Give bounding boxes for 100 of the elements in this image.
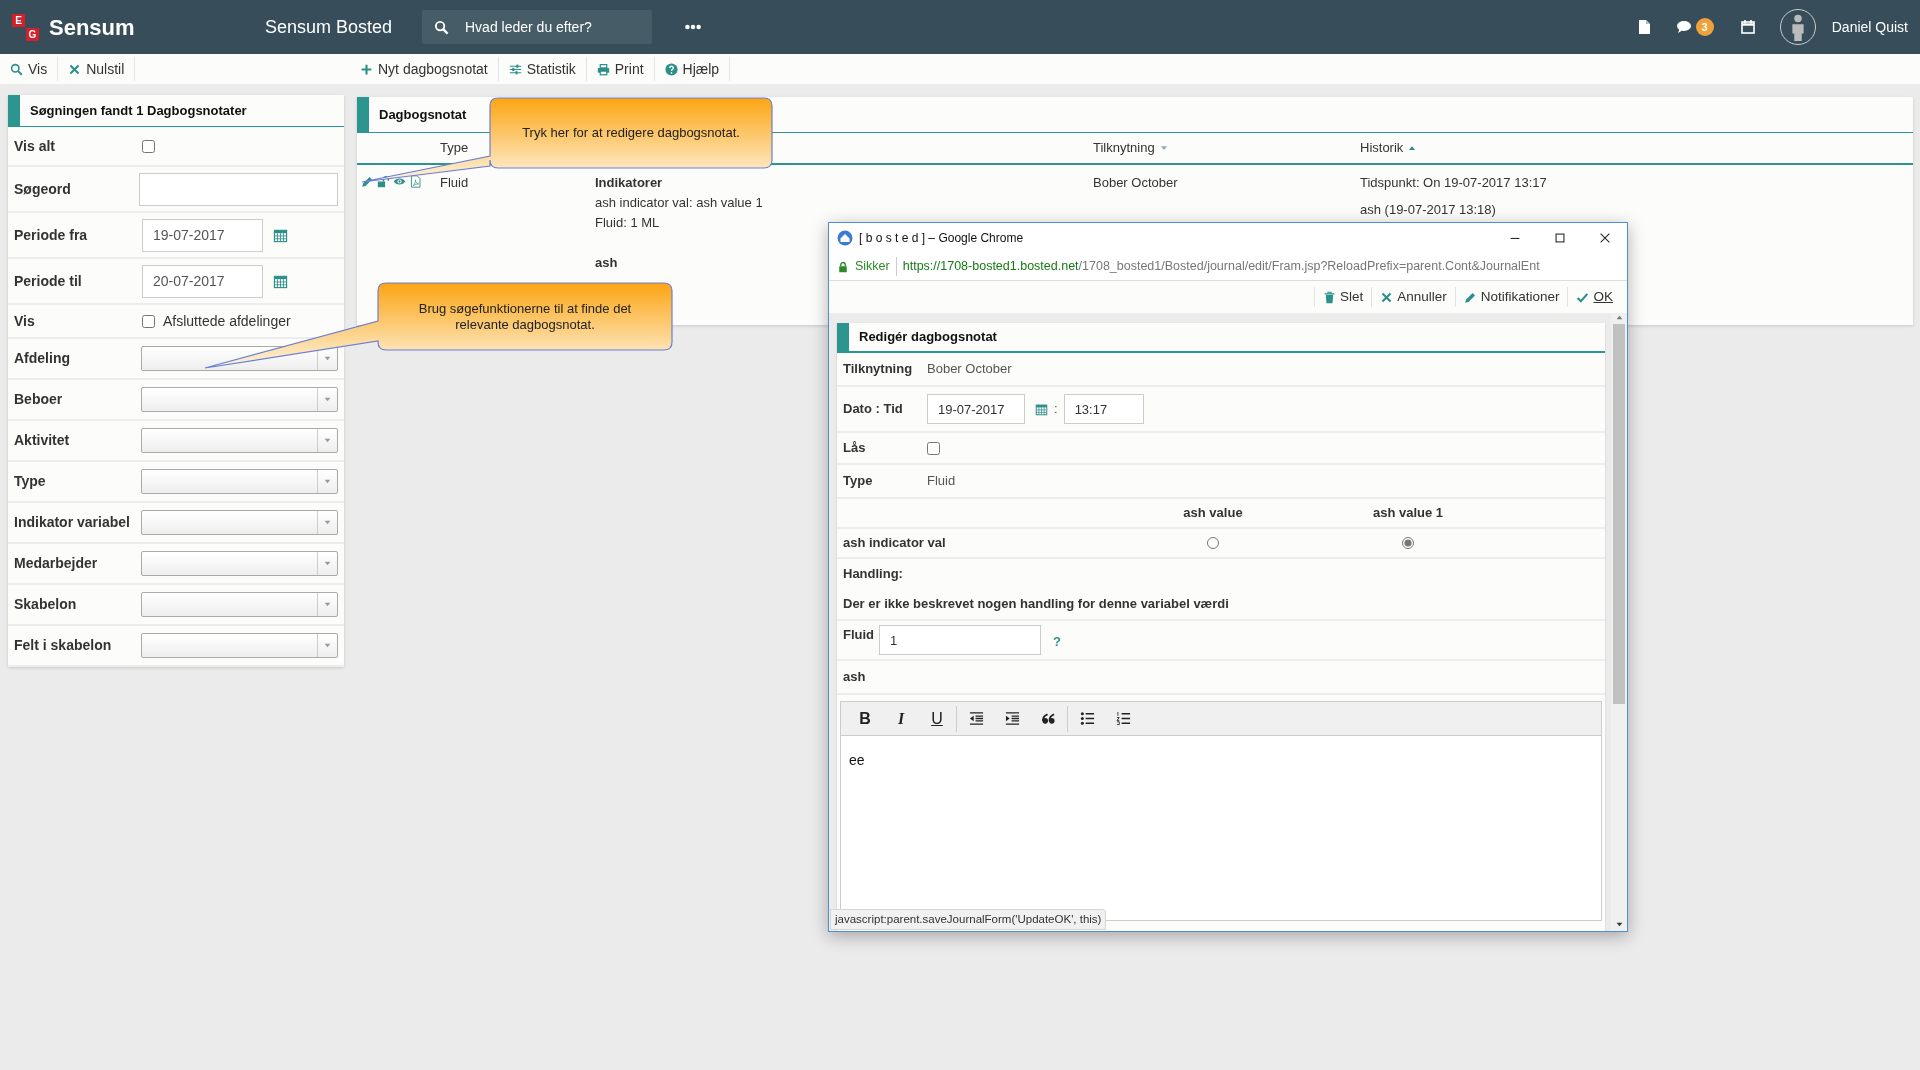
scroll-down-icon[interactable]: [1614, 920, 1624, 929]
number-field[interactable]: 1: [879, 625, 1041, 655]
column-header[interactable]: Tilknytning: [1093, 138, 1155, 158]
toolbar-button[interactable]: Print: [586, 57, 655, 81]
field-label: Aktivitet: [14, 431, 71, 450]
search-placeholder: Hvad leder du efter?: [465, 17, 592, 37]
help-link[interactable]: ?: [1053, 632, 1061, 652]
action-button[interactable]: OK: [1567, 286, 1621, 308]
secure-label: Sikker: [855, 257, 897, 276]
editor-button[interactable]: I: [883, 704, 919, 733]
form-title: Redigér dagbogsnotat: [858, 328, 998, 347]
table-cell-text: Tidspunkt: On 19-07-2017 13:17: [1360, 174, 1547, 192]
panel-title: Søgningen fandt 1 Dagbogsnotater: [29, 101, 248, 120]
chat-icon[interactable]: [1675, 19, 1692, 35]
calendar-icon[interactable]: [1739, 19, 1756, 35]
caret-icon: [323, 436, 332, 445]
field-label: Dato : Tid: [843, 400, 904, 419]
bullet-list-icon: [1079, 711, 1095, 726]
callout-text: Brug søgefunktionerne til at finde det relevante dagbogsnotat.: [417, 299, 633, 334]
logo-letter: G: [26, 27, 39, 41]
close-icon: [68, 62, 82, 76]
radio-button[interactable]: [1207, 537, 1219, 549]
scrollbar[interactable]: [1611, 313, 1627, 931]
field-label: Søgeord: [14, 179, 72, 199]
date-field[interactable]: 19-07-2017: [927, 394, 1025, 424]
field-label: Tilknytning: [843, 360, 914, 379]
table-cell-text: ash (19-07-2017 13:18): [1360, 201, 1496, 219]
action-button[interactable]: Notifikationer: [1454, 286, 1568, 308]
table-cell-text: Fluid: [440, 174, 469, 192]
option-header: ash value 1: [1372, 504, 1444, 523]
field-label: Type: [14, 472, 47, 491]
logo-letter: E: [12, 13, 25, 27]
url-text: https://1708-bosted1.bosted.net/1708_bosted1/Bosted/journal/edit/Fram.jsp?ReloadPrefix=parent.Cont&JournalEnt: [902, 258, 1540, 276]
field-label: Vis alt: [14, 136, 56, 156]
trash-icon: [1322, 290, 1336, 304]
editor-button[interactable]: B: [847, 704, 883, 733]
caret-icon: [323, 477, 332, 486]
caret-icon: [323, 395, 332, 404]
quote-icon: [1040, 711, 1056, 726]
logo-text: Sensum: [49, 13, 135, 42]
eye-icon[interactable]: [393, 175, 406, 188]
text-field[interactable]: [139, 172, 338, 206]
notification-count: 3: [1695, 17, 1714, 37]
search-field[interactable]: Hvad leder du efter?: [422, 10, 652, 44]
check-icon: [1576, 290, 1590, 304]
indent-icon: [1004, 711, 1020, 726]
dropdown[interactable]: [140, 592, 338, 617]
caret-icon: [323, 518, 332, 527]
time-field[interactable]: 13:17: [1063, 394, 1144, 424]
checkbox[interactable]: [927, 441, 940, 455]
checkbox[interactable]: [142, 139, 155, 153]
field-label: Handling:: [843, 565, 903, 584]
print-icon: [596, 62, 610, 76]
toolbar-button[interactable]: Statistik: [498, 57, 587, 81]
date-field[interactable]: 20-07-2017: [142, 264, 263, 298]
field-value: Bober October: [927, 360, 1012, 379]
caret-icon: [323, 641, 332, 650]
field-label: ash indicator val: [843, 534, 947, 553]
field-label: Medarbejder: [14, 554, 99, 573]
numbered-list-icon: [1115, 711, 1131, 726]
field-value: Fluid: [927, 472, 956, 491]
dropdown[interactable]: [140, 469, 338, 494]
window-title: [ b o s t e d ] – Google Chrome: [859, 230, 1024, 247]
checkbox-label: Afsluttede afdelinger: [163, 311, 291, 331]
field-label: Felt i skabelon: [14, 636, 113, 655]
checkbox[interactable]: [142, 314, 155, 328]
scroll-thumb[interactable]: [1613, 324, 1625, 704]
field-label: Skabelon: [14, 595, 78, 614]
dropdown[interactable]: [140, 633, 338, 658]
field-label: Type: [843, 472, 874, 491]
time-separator: :: [1054, 400, 1058, 419]
calendar-icon[interactable]: [273, 273, 288, 289]
search-icon: [434, 19, 449, 35]
table-cell-text: ash indicator val: ash value 1: [595, 194, 763, 212]
date-field[interactable]: 19-07-2017: [142, 218, 263, 252]
toolbar-button[interactable]: Nyt dagbogsnotat: [350, 57, 499, 81]
toolbar-button[interactable]: Nulstil: [58, 57, 136, 81]
column-header[interactable]: Type: [440, 138, 469, 158]
editor-button[interactable]: U: [919, 704, 955, 733]
calendar-icon[interactable]: [1035, 402, 1048, 416]
toolbar-button[interactable]: Vis: [0, 57, 59, 81]
radio-button[interactable]: [1402, 537, 1414, 549]
field-value: Der er ikke beskrevet nogen handling for denne variabel værdi: [843, 595, 1229, 614]
field-label: Indikator variabel: [14, 513, 131, 532]
panel-title: Dagbogsnotat: [378, 105, 468, 124]
table-cell-text: Indikatorer: [595, 174, 663, 192]
action-button[interactable]: Annuller: [1371, 286, 1455, 308]
dropdown[interactable]: [140, 551, 338, 576]
dropdown[interactable]: [140, 510, 338, 535]
action-button[interactable]: Slet: [1313, 286, 1372, 308]
calendar-icon[interactable]: [273, 227, 288, 243]
caret-icon: [323, 559, 332, 568]
toolbar-button[interactable]: Hjælp: [654, 57, 731, 81]
dropdown[interactable]: [140, 387, 338, 412]
column-header[interactable]: Historik: [1360, 138, 1404, 158]
dropdown[interactable]: [140, 428, 338, 453]
sliders-icon: [508, 62, 522, 76]
option-header: ash value: [1183, 504, 1243, 523]
user-name[interactable]: Daniel Quist: [1831, 16, 1908, 38]
field-label: Lås: [843, 439, 867, 458]
